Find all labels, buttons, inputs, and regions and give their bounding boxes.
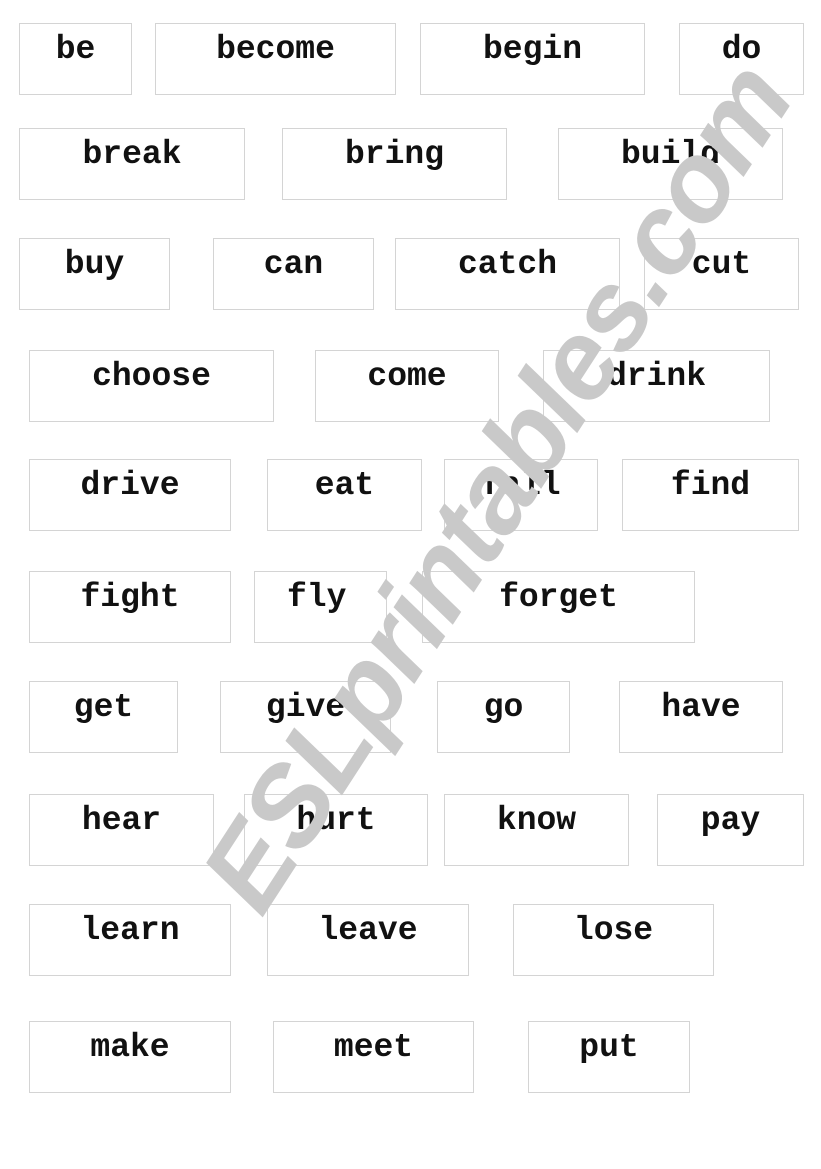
word-label: fall bbox=[481, 467, 561, 504]
word-card: make bbox=[29, 1021, 231, 1093]
word-card: build bbox=[558, 128, 783, 200]
word-label: get bbox=[73, 689, 134, 726]
word-card: leave bbox=[267, 904, 469, 976]
word-card: choose bbox=[29, 350, 274, 422]
word-label: buy bbox=[64, 246, 125, 283]
word-card: meet bbox=[273, 1021, 474, 1093]
word-card: have bbox=[619, 681, 783, 753]
word-label: give bbox=[265, 689, 346, 726]
word-card: get bbox=[29, 681, 178, 753]
word-label: fly bbox=[287, 579, 347, 616]
word-label: lose bbox=[573, 912, 654, 949]
word-label: become bbox=[216, 31, 335, 68]
word-label: can bbox=[263, 246, 324, 283]
word-card: drive bbox=[29, 459, 231, 531]
word-label: find bbox=[670, 467, 751, 504]
word-label: choose bbox=[92, 358, 211, 395]
word-label: learn bbox=[80, 912, 180, 949]
word-label: go bbox=[483, 689, 524, 726]
word-label: know bbox=[496, 802, 577, 839]
word-card: be bbox=[19, 23, 132, 95]
word-card: catch bbox=[395, 238, 620, 310]
word-card: break bbox=[19, 128, 245, 200]
word-card: come bbox=[315, 350, 499, 422]
word-card: drink bbox=[543, 350, 770, 422]
word-label: fight bbox=[80, 579, 180, 616]
word-label: cut bbox=[691, 246, 752, 283]
word-card: bring bbox=[282, 128, 507, 200]
word-label: put bbox=[579, 1029, 639, 1066]
word-label: come bbox=[367, 358, 447, 395]
word-card: can bbox=[213, 238, 374, 310]
word-card: go bbox=[437, 681, 570, 753]
word-card: give bbox=[220, 681, 391, 753]
word-card: fight bbox=[29, 571, 231, 643]
word-label: begin bbox=[482, 31, 583, 68]
word-label: eat bbox=[314, 467, 375, 504]
word-card: find bbox=[622, 459, 799, 531]
word-card: fly bbox=[254, 571, 387, 643]
word-label: bring bbox=[344, 136, 445, 173]
word-card: learn bbox=[29, 904, 231, 976]
word-label: be bbox=[55, 31, 96, 68]
word-card: pay bbox=[657, 794, 804, 866]
word-card: hear bbox=[29, 794, 214, 866]
word-card: buy bbox=[19, 238, 170, 310]
word-card: eat bbox=[267, 459, 422, 531]
word-label: pay bbox=[700, 802, 761, 839]
word-label: make bbox=[90, 1029, 170, 1066]
word-label: hear bbox=[81, 802, 162, 839]
word-label: drink bbox=[606, 358, 707, 395]
word-label: forget bbox=[499, 579, 618, 616]
word-card: know bbox=[444, 794, 629, 866]
word-card: forget bbox=[422, 571, 695, 643]
word-card: fall bbox=[444, 459, 598, 531]
word-label: catch bbox=[457, 246, 558, 283]
word-card: cut bbox=[644, 238, 799, 310]
word-card: lose bbox=[513, 904, 714, 976]
word-label: meet bbox=[333, 1029, 414, 1066]
word-label: have bbox=[661, 689, 741, 726]
word-label: hurt bbox=[296, 802, 376, 839]
word-label: build bbox=[620, 136, 721, 173]
word-card: become bbox=[155, 23, 396, 95]
word-label: leave bbox=[318, 912, 418, 949]
word-label: break bbox=[82, 136, 182, 173]
word-card: begin bbox=[420, 23, 645, 95]
word-card: hurt bbox=[244, 794, 428, 866]
word-card: put bbox=[528, 1021, 690, 1093]
word-label: do bbox=[721, 31, 762, 68]
word-label: drive bbox=[80, 467, 180, 504]
word-card: do bbox=[679, 23, 804, 95]
